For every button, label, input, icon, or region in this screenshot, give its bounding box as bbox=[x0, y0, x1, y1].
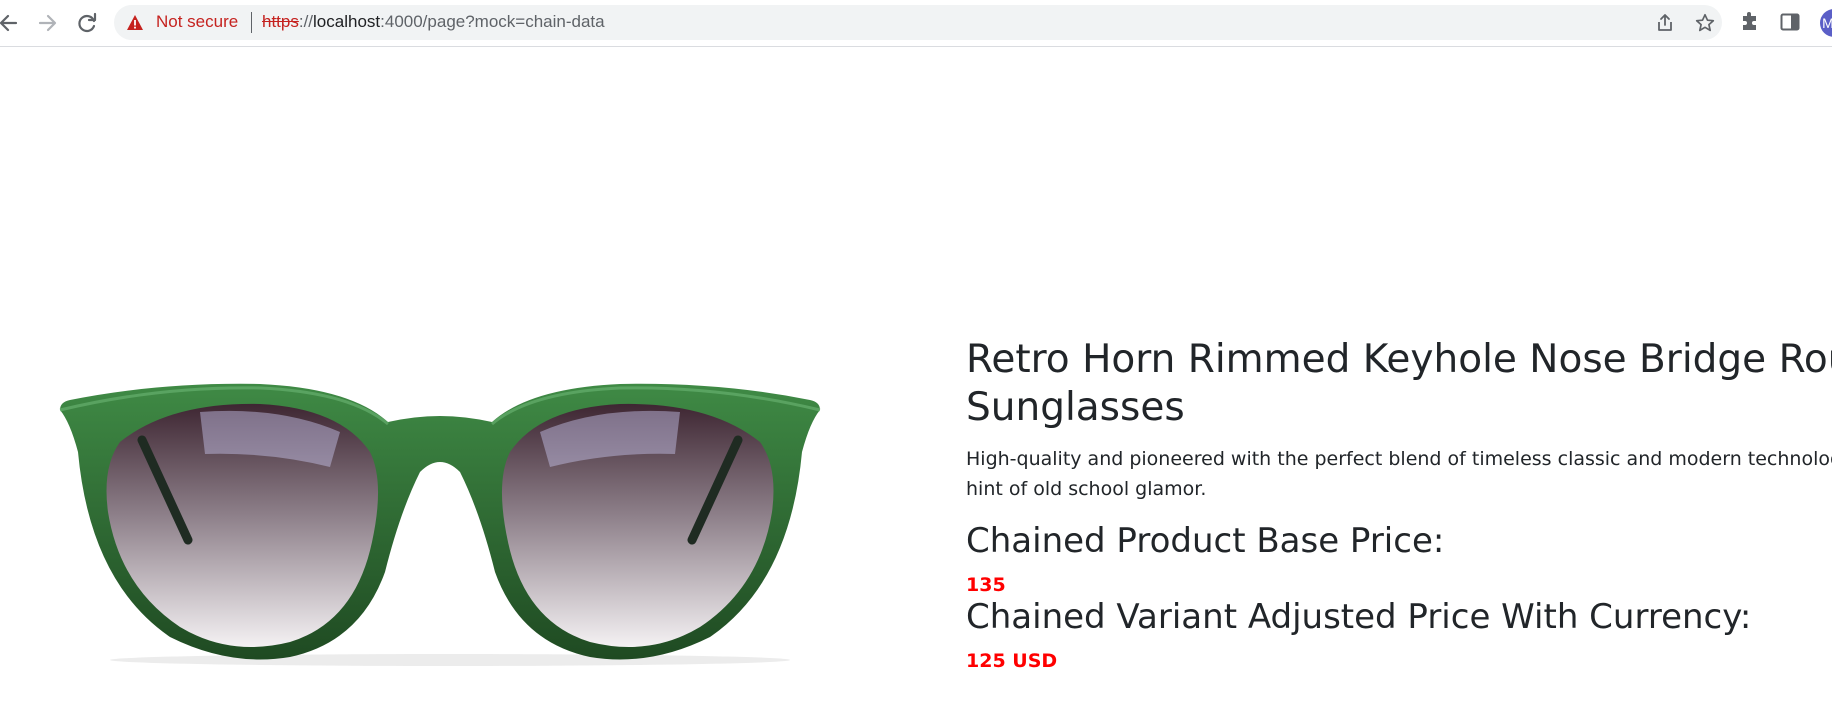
reload-icon bbox=[78, 12, 97, 33]
variant-price-heading: Chained Variant Adjusted Price With Curr… bbox=[966, 597, 1752, 637]
base-price-value: 135 bbox=[966, 574, 1006, 596]
address-separator bbox=[251, 12, 252, 33]
share-icon[interactable] bbox=[1655, 13, 1675, 33]
security-label[interactable]: Not secure bbox=[156, 12, 238, 32]
product-title-line-1: Retro Horn Rimmed Keyhole Nose Bridge Ro… bbox=[966, 337, 1832, 382]
product-title: Retro Horn Rimmed Keyhole Nose Bridge Ro… bbox=[966, 336, 1832, 432]
forward-button[interactable] bbox=[34, 10, 60, 36]
browser-toolbar: Not secure https://localhost:4000/page?m… bbox=[0, 0, 1832, 47]
product-details: Retro Horn Rimmed Keyhole Nose Bridge Ro… bbox=[966, 336, 1832, 672]
star-icon[interactable] bbox=[1695, 13, 1715, 33]
extensions-icon[interactable] bbox=[1739, 11, 1761, 33]
base-price-heading: Chained Product Base Price: bbox=[966, 521, 1445, 561]
sunglasses-image bbox=[59, 383, 821, 666]
product-description-line-2: hint of old school glamor. bbox=[966, 478, 1207, 500]
product-title-line-2: Sunglasses bbox=[966, 385, 1185, 430]
url-scheme: https bbox=[262, 12, 299, 31]
url-scheme-separator: :// bbox=[298, 12, 314, 31]
warning-icon bbox=[127, 15, 143, 30]
url-path: :4000/page?mock=chain-data bbox=[380, 12, 605, 31]
back-arrow-icon bbox=[0, 14, 18, 32]
profile-avatar[interactable]: M bbox=[1820, 9, 1832, 37]
address-bar[interactable]: Not secure https://localhost:4000/page?m… bbox=[114, 5, 1722, 40]
reload-button[interactable] bbox=[74, 10, 100, 36]
product-description-line-1: High-quality and pioneered with the perf… bbox=[966, 448, 1832, 470]
product-description: High-quality and pioneered with the perf… bbox=[966, 444, 1832, 504]
variant-price-value: 125 USD bbox=[966, 650, 1058, 672]
forward-arrow-icon bbox=[38, 14, 57, 32]
back-button[interactable] bbox=[0, 10, 22, 36]
side-panel-icon[interactable] bbox=[1779, 11, 1801, 33]
url-host: localhost bbox=[313, 12, 381, 31]
url-text[interactable]: https://localhost:4000/page?mock=chain-d… bbox=[262, 12, 605, 32]
